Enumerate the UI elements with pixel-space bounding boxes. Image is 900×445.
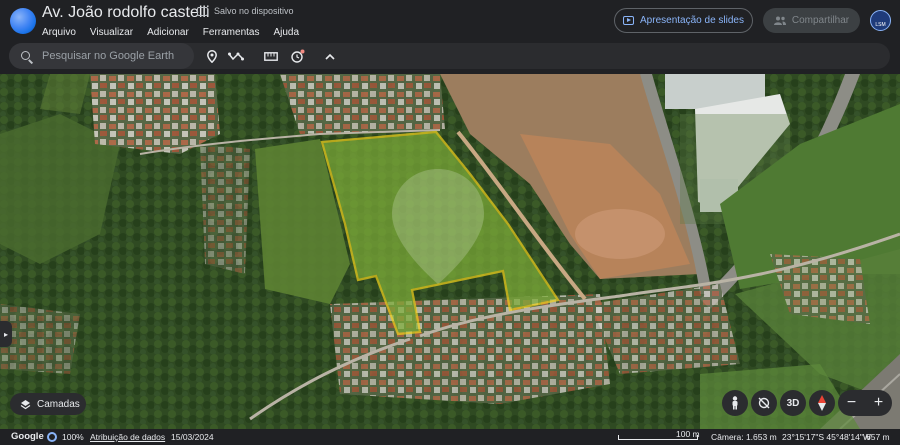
account-avatar[interactable]: LSM [870, 10, 891, 31]
search-icon [21, 51, 30, 60]
slideshow-button-label: Apresentação de slides [640, 15, 744, 26]
zoom-percent: 100% [62, 432, 84, 442]
scale-bar [618, 435, 698, 440]
tilt-icon[interactable] [751, 390, 777, 416]
satellite-imagery[interactable] [0, 74, 900, 429]
side-panel-toggle[interactable]: ▸ [0, 321, 12, 347]
3d-label: 3D [786, 397, 800, 409]
zoom-in-button[interactable]: + [874, 394, 883, 412]
satellite-map[interactable]: ▸ [0, 74, 900, 429]
top-bar: Av. João rodolfo castelli Salvo no dispo… [0, 0, 900, 42]
pin-icon[interactable] [203, 47, 221, 65]
3d-toggle-button[interactable]: 3D [780, 390, 806, 416]
imagery-date: 15/03/2024 [171, 432, 214, 442]
menu-item-ajuda[interactable]: Ajuda [273, 27, 299, 38]
saved-device-icon [197, 6, 208, 16]
share-button[interactable]: Compartilhar [763, 8, 860, 33]
saved-status: Salvo no dispositivo [197, 6, 294, 16]
menu-item-adicionar[interactable]: Adicionar [147, 27, 189, 38]
menu-item-visualizar[interactable]: Visualizar [90, 27, 133, 38]
saved-status-label: Salvo no dispositivo [214, 6, 294, 16]
zoom-controls: − + [838, 390, 892, 416]
avatar-label: LSM [875, 22, 886, 28]
loading-ring-icon [47, 432, 57, 442]
menu-bar: Arquivo Visualizar Adicionar Ferramentas… [42, 27, 299, 38]
compass-icon[interactable] [809, 390, 835, 416]
chevron-up-icon[interactable] [321, 47, 339, 65]
history-icon[interactable] [288, 47, 306, 65]
search-input[interactable] [42, 48, 190, 64]
path-icon[interactable] [227, 47, 245, 65]
toolbar [9, 43, 890, 69]
data-attribution-link[interactable]: Atribuição de dados [90, 432, 165, 442]
menu-item-arquivo[interactable]: Arquivo [42, 27, 76, 38]
layers-button[interactable]: Camadas [10, 393, 86, 415]
zoom-out-button[interactable]: − [847, 394, 856, 412]
elevation: 657 m [866, 432, 890, 442]
share-button-label: Compartilhar [791, 15, 850, 26]
share-people-icon [773, 16, 786, 25]
status-bar: Google 100% Atribuição de dados 15/03/20… [0, 429, 900, 445]
ruler-icon[interactable] [262, 47, 280, 65]
slideshow-icon [623, 16, 635, 25]
layers-label: Camadas [37, 398, 80, 410]
cursor-coordinates: 23°15'17"S 45°48'14"W [782, 432, 871, 442]
camera-altitude: Câmera: 1.653 m [711, 432, 777, 442]
layers-icon [20, 399, 31, 409]
google-logo: Google [11, 431, 44, 442]
document-title[interactable]: Av. João rodolfo castelli [42, 4, 210, 22]
pegman-icon[interactable] [722, 390, 748, 416]
search-box [9, 43, 194, 69]
slideshow-button[interactable]: Apresentação de slides [614, 8, 753, 33]
google-earth-logo-icon[interactable] [10, 8, 36, 34]
menu-item-ferramentas[interactable]: Ferramentas [203, 27, 260, 38]
